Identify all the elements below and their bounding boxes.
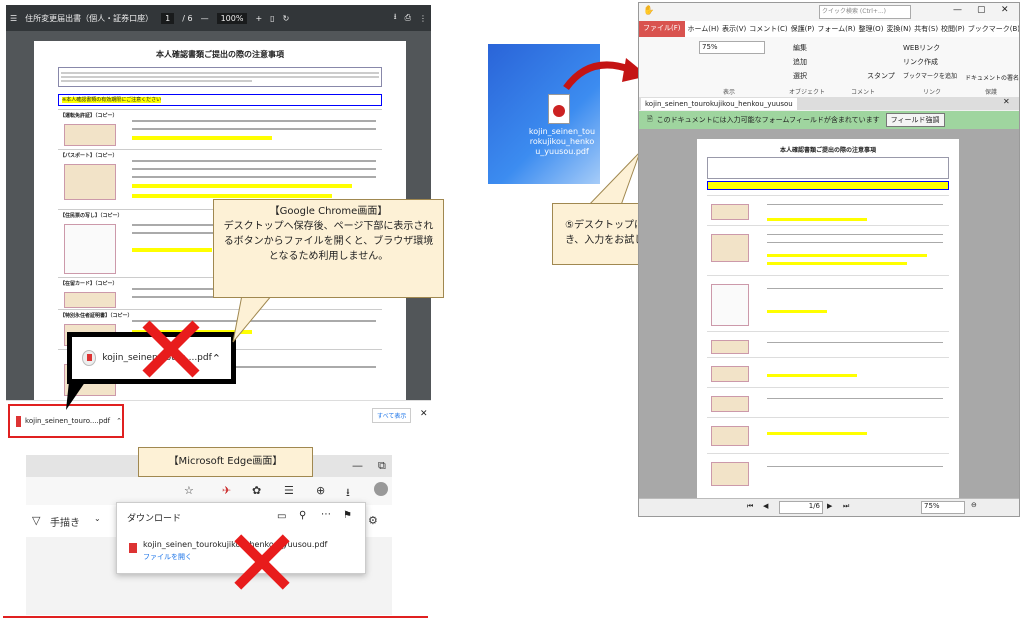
document-title: 住所変更届出書（個人・証券口座） xyxy=(25,13,154,23)
pdf-file-icon xyxy=(16,415,22,427)
pdf-section xyxy=(707,417,949,454)
page-indicator[interactable]: 1/6 xyxy=(779,501,823,514)
app-icon: ✋ xyxy=(643,6,655,16)
foxit-ribbon: 75% 編集 追加 選択 スタンプ WEBリンク リンク作成 ブックマークを追加… xyxy=(639,37,1019,98)
curved-arrow xyxy=(563,58,648,91)
web-link-button[interactable]: WEBリンク xyxy=(903,43,940,53)
menu-form[interactable]: フォーム(R) xyxy=(817,24,855,34)
menu-share[interactable]: 共有(S) xyxy=(914,24,938,34)
group-comment: コメント xyxy=(851,89,876,96)
zoom-out-icon[interactable]: — xyxy=(201,14,209,23)
select-button[interactable]: 選択 xyxy=(793,71,807,81)
pdf-section xyxy=(707,275,949,332)
chevron-up-icon[interactable]: ⌃ xyxy=(116,417,122,425)
last-page-icon[interactable]: ⏭ xyxy=(843,502,849,511)
print-icon[interactable]: ⎙ xyxy=(405,13,411,23)
sign-document-button[interactable]: ドキュメントの署名 xyxy=(965,73,1019,82)
page-total: / 6 xyxy=(182,13,193,23)
pdf-title: 本人確認書類ご提出の際の注意事項 xyxy=(779,147,876,154)
fit-page-icon[interactable]: ▯ xyxy=(270,14,274,23)
group-object: オブジェクト xyxy=(789,89,826,96)
pdf-page: 本人確認書類ご提出の際の注意事項 xyxy=(697,139,959,501)
callout-tail xyxy=(584,151,641,209)
menu-organize[interactable]: 整理(O) xyxy=(858,24,883,34)
chrome-callout-body: デスクトップへ保存後、ページ下部に表示されるボタンからファイルを開くと、ブラウザ… xyxy=(223,221,434,262)
prev-page-icon[interactable]: ◀ xyxy=(763,502,768,510)
group-view: 表示 xyxy=(723,89,736,96)
quick-search-input[interactable]: クイック検索 (Ctrl+...) xyxy=(819,5,911,19)
zoom-input[interactable]: 100% xyxy=(216,12,248,24)
menu-protect[interactable]: 保護(P) xyxy=(791,24,815,34)
foxit-tabs: kojin_seinen_tourokujikou_henkou_yuusou … xyxy=(639,97,1019,110)
zoom-select[interactable]: 75% xyxy=(699,41,765,54)
chrome-callout-title: 【Google Chrome画面】 xyxy=(269,206,388,217)
pdf-section xyxy=(707,225,949,276)
page-number-input[interactable]: 1 xyxy=(161,12,175,24)
more-icon[interactable]: ⋮ xyxy=(419,14,427,23)
menu-view[interactable]: 表示(V) xyxy=(722,24,746,34)
form-message: このドキュメントには入力可能なフォームフィールドが含まれています xyxy=(656,116,880,124)
maximize-icon[interactable]: ▢ xyxy=(977,5,986,15)
red-x-icon xyxy=(142,320,200,378)
foxit-titlebar: ✋ クイック検索 (Ctrl+...) — ▢ ✕ xyxy=(639,3,1019,21)
next-page-icon[interactable]: ▶ xyxy=(827,502,832,510)
add-button[interactable]: 追加 xyxy=(793,57,807,67)
create-link-button[interactable]: リンク作成 xyxy=(903,57,938,67)
rotate-icon[interactable]: ↻ xyxy=(283,14,290,23)
close-icon[interactable]: ✕ xyxy=(1001,5,1009,15)
highlight-fields-button[interactable]: フィールド強調 xyxy=(885,113,945,127)
close-icon[interactable]: ✕ xyxy=(420,409,428,419)
first-page-icon[interactable]: ⏮ xyxy=(747,502,753,511)
chrome-callout: 【Google Chrome画面】 デスクトップへ保存後、ページ下部に表示される… xyxy=(213,199,444,298)
edge-frame xyxy=(3,438,428,618)
pdf-section xyxy=(707,331,949,358)
foxit-reader-window: ✋ クイック検索 (Ctrl+...) — ▢ ✕ ファイル(F) ホーム(H)… xyxy=(638,2,1020,517)
menu-convert[interactable]: 変換(N) xyxy=(886,24,911,34)
foxit-document-area: 本人確認書類ご提出の際の注意事項 xyxy=(639,129,1019,501)
menu-file[interactable]: ファイル(F) xyxy=(639,21,685,37)
menu-icon[interactable]: ☰ xyxy=(10,14,17,23)
menu-comment[interactable]: コメント(C) xyxy=(749,24,787,34)
pdf-section: 【運転免許証】（コピー） xyxy=(58,109,382,150)
pdf-intro-box xyxy=(707,157,949,179)
menu-review[interactable]: 校閲(P) xyxy=(941,24,965,34)
foxit-menu: ファイル(F) ホーム(H) 表示(V) コメント(C) 保護(P) フォーム(… xyxy=(639,21,1019,37)
download-file-name: kojin_seinen_touro....pdf xyxy=(25,417,111,425)
menu-bookmark[interactable]: ブックマーク(B) xyxy=(968,24,1019,34)
foxit-statusbar: ⏮ ◀ 1/6 ▶ ⏭ 75% ⊖ xyxy=(639,498,1019,516)
group-protect: 保護 xyxy=(985,89,998,96)
pdf-title: 本人確認書類ご提出の際の注意事項 xyxy=(156,50,284,59)
pdf-intro-box xyxy=(58,67,382,87)
zoom-out-icon[interactable]: ⊖ xyxy=(971,501,977,509)
chevron-up-icon: ⌃ xyxy=(211,351,221,365)
group-link: リンク xyxy=(923,89,942,96)
status-zoom[interactable]: 75% xyxy=(921,501,965,514)
chrome-toolbar: ☰ 住所変更届出書（個人・証券口座） 1 / 6 — 100% + ▯ ↻ ⭳ … xyxy=(6,5,431,31)
stamp-button[interactable]: スタンプ xyxy=(867,71,895,81)
pdf-highlight-note xyxy=(707,181,949,190)
document-tab[interactable]: kojin_seinen_tourokujikou_henkou_yuusou xyxy=(641,98,797,110)
download-icon[interactable]: ⭳ xyxy=(394,11,397,25)
callout-tail xyxy=(232,294,274,343)
form-field-message-bar: 🗎 このドキュメントには入力可能なフォームフィールドが含まれています フィールド… xyxy=(639,111,1019,129)
minimize-icon[interactable]: — xyxy=(953,5,962,15)
pdf-section xyxy=(707,195,949,226)
pdf-section xyxy=(707,357,949,388)
pdf-file-icon xyxy=(82,350,97,366)
menu-home[interactable]: ホーム(H) xyxy=(688,24,720,34)
info-icon: 🗎 xyxy=(647,114,653,123)
show-all-button[interactable]: すべて表示 xyxy=(372,408,412,423)
edit-button[interactable]: 編集 xyxy=(793,43,807,53)
close-icon[interactable]: ✕ xyxy=(1003,97,1010,106)
pdf-highlight-note: ※本人確認書類の有効期限にご注意ください xyxy=(58,94,382,106)
add-bookmark-button[interactable]: ブックマークを追加 xyxy=(903,71,957,80)
pdf-section xyxy=(707,387,949,418)
pdf-section xyxy=(707,453,949,494)
zoom-in-icon[interactable]: + xyxy=(255,14,262,23)
